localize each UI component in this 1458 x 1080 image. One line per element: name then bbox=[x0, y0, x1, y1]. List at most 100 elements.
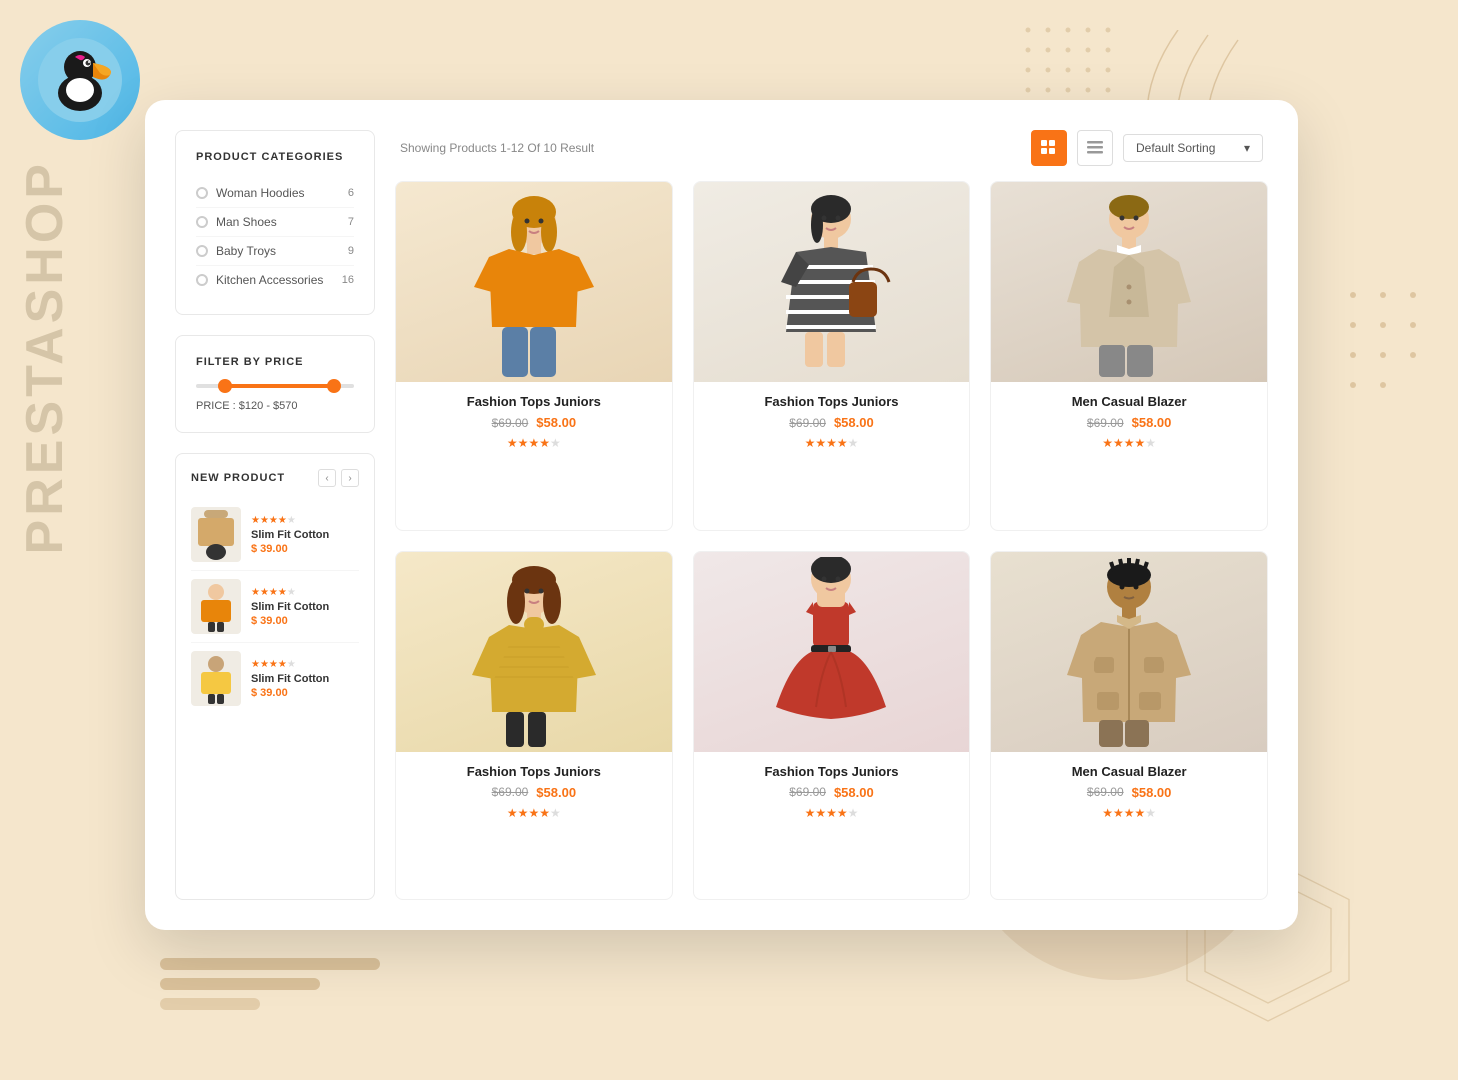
main-screen: PRODUCT CATEGORIES Woman Hoodies 6 Man S… bbox=[145, 100, 1298, 930]
price-slider-thumb-right[interactable] bbox=[327, 379, 341, 393]
category-count: 7 bbox=[348, 216, 354, 228]
mini-product-item[interactable]: ★★★★★ Slim Fit Cotton $ 39.00 bbox=[191, 643, 359, 714]
category-item[interactable]: Woman Hoodies 6 bbox=[196, 179, 354, 208]
product-image bbox=[694, 182, 970, 382]
product-stars: ★★★★★ bbox=[1006, 806, 1252, 820]
bar-1 bbox=[160, 958, 380, 970]
product-card[interactable]: Men Casual Blazer $69.00 $58.00 ★★★★★ bbox=[990, 181, 1268, 531]
price-range-display: PRICE : $120 - $570 bbox=[196, 400, 354, 412]
new-product-section: NEW PRODUCT ‹ › bbox=[175, 453, 375, 900]
new-product-header: NEW PRODUCT ‹ › bbox=[191, 469, 359, 487]
product-title: Fashion Tops Juniors bbox=[709, 764, 955, 779]
original-price: $69.00 bbox=[1087, 785, 1124, 799]
price-slider-thumb-left[interactable] bbox=[218, 379, 232, 393]
category-name: Man Shoes bbox=[216, 215, 277, 229]
category-item[interactable]: Kitchen Accessories 16 bbox=[196, 266, 354, 294]
product-title: Fashion Tops Juniors bbox=[709, 394, 955, 409]
product-image bbox=[396, 552, 672, 752]
mini-product-info: ★★★★★ Slim Fit Cotton $ 39.00 bbox=[251, 659, 359, 699]
product-info: Fashion Tops Juniors $69.00 $58.00 ★★★★★ bbox=[694, 382, 970, 462]
products-grid: Fashion Tops Juniors $69.00 $58.00 ★★★★★ bbox=[395, 181, 1268, 900]
price-slider-track[interactable] bbox=[196, 384, 354, 388]
next-arrow[interactable]: › bbox=[341, 469, 359, 487]
product-card[interactable]: Fashion Tops Juniors $69.00 $58.00 ★★★★★ bbox=[395, 551, 673, 901]
category-left: Baby Troys bbox=[196, 244, 276, 258]
product-image bbox=[991, 552, 1267, 752]
product-stars: ★★★★★ bbox=[709, 806, 955, 820]
category-name: Baby Troys bbox=[216, 244, 276, 258]
product-card[interactable]: Fashion Tops Juniors $69.00 $58.00 ★★★★★ bbox=[693, 181, 971, 531]
mini-product-name: Slim Fit Cotton bbox=[251, 529, 359, 541]
product-info: Fashion Tops Juniors $69.00 $58.00 ★★★★★ bbox=[694, 752, 970, 832]
sale-price: $58.00 bbox=[536, 785, 576, 800]
original-price: $69.00 bbox=[1087, 416, 1124, 430]
grid-icon bbox=[1041, 140, 1057, 156]
list-view-button[interactable] bbox=[1077, 130, 1113, 166]
mini-product-image bbox=[191, 507, 241, 562]
product-title: Fashion Tops Juniors bbox=[411, 394, 657, 409]
product-card[interactable]: Men Casual Blazer $69.00 $58.00 ★★★★★ bbox=[990, 551, 1268, 901]
dots-right bbox=[1338, 280, 1418, 400]
mini-product-info: ★★★★★ Slim Fit Cotton $ 39.00 bbox=[251, 587, 359, 627]
mini-stars: ★★★★★ bbox=[251, 659, 359, 670]
product-title: Men Casual Blazer bbox=[1006, 394, 1252, 409]
mini-product-info: ★★★★★ Slim Fit Cotton $ 39.00 bbox=[251, 515, 359, 555]
product-stars: ★★★★★ bbox=[411, 436, 657, 450]
mini-stars: ★★★★★ bbox=[251, 587, 359, 598]
category-radio bbox=[196, 187, 208, 199]
mini-product-image bbox=[191, 651, 241, 706]
category-left: Woman Hoodies bbox=[196, 186, 305, 200]
product-prices: $69.00 $58.00 bbox=[411, 415, 657, 430]
showing-text: Showing Products 1-12 Of 10 Result bbox=[400, 141, 594, 155]
toolbar-right: Default Sorting ▾ bbox=[1031, 130, 1263, 166]
list-icon bbox=[1087, 140, 1103, 156]
category-count: 6 bbox=[348, 187, 354, 199]
category-name: Kitchen Accessories bbox=[216, 273, 323, 287]
category-item[interactable]: Man Shoes 7 bbox=[196, 208, 354, 237]
bar-2 bbox=[160, 978, 320, 990]
sidebar-panel: PRODUCT CATEGORIES Woman Hoodies 6 Man S… bbox=[175, 130, 375, 900]
category-count: 9 bbox=[348, 245, 354, 257]
mini-product-price: $ 39.00 bbox=[251, 615, 359, 627]
product-prices: $69.00 $58.00 bbox=[709, 785, 955, 800]
original-price: $69.00 bbox=[789, 785, 826, 799]
product-card[interactable]: Fashion Tops Juniors $69.00 $58.00 ★★★★★ bbox=[395, 181, 673, 531]
sort-dropdown[interactable]: Default Sorting ▾ bbox=[1123, 134, 1263, 162]
price-slider-fill bbox=[220, 384, 339, 388]
product-title: Men Casual Blazer bbox=[1006, 764, 1252, 779]
categories-section: PRODUCT CATEGORIES Woman Hoodies 6 Man S… bbox=[175, 130, 375, 315]
category-item[interactable]: Baby Troys 9 bbox=[196, 237, 354, 266]
original-price: $69.00 bbox=[492, 416, 529, 430]
product-info: Men Casual Blazer $69.00 $58.00 ★★★★★ bbox=[991, 382, 1267, 462]
category-radio bbox=[196, 216, 208, 228]
grid-view-button[interactable] bbox=[1031, 130, 1067, 166]
product-info: Fashion Tops Juniors $69.00 $58.00 ★★★★★ bbox=[396, 752, 672, 832]
mini-product-item[interactable]: ★★★★★ Slim Fit Cotton $ 39.00 bbox=[191, 499, 359, 571]
category-left: Man Shoes bbox=[196, 215, 277, 229]
category-left: Kitchen Accessories bbox=[196, 273, 323, 287]
mini-product-image bbox=[191, 579, 241, 634]
product-image bbox=[396, 182, 672, 382]
product-info: Fashion Tops Juniors $69.00 $58.00 ★★★★★ bbox=[396, 382, 672, 462]
sale-price: $58.00 bbox=[834, 415, 874, 430]
logo-container bbox=[20, 20, 150, 150]
price-filter-title: FILTER BY PRICE bbox=[196, 356, 354, 368]
mini-product-price: $ 39.00 bbox=[251, 543, 359, 555]
price-filter-section: FILTER BY PRICE PRICE : $120 - $570 bbox=[175, 335, 375, 433]
mini-product-item[interactable]: ★★★★★ Slim Fit Cotton $ 39.00 bbox=[191, 571, 359, 643]
toolbar: Showing Products 1-12 Of 10 Result bbox=[395, 130, 1268, 166]
main-panel: Showing Products 1-12 Of 10 Result bbox=[395, 130, 1268, 900]
content-area: PRODUCT CATEGORIES Woman Hoodies 6 Man S… bbox=[145, 100, 1298, 930]
product-info: Men Casual Blazer $69.00 $58.00 ★★★★★ bbox=[991, 752, 1267, 832]
categories-title: PRODUCT CATEGORIES bbox=[196, 151, 354, 163]
product-image bbox=[991, 182, 1267, 382]
mini-product-price: $ 39.00 bbox=[251, 687, 359, 699]
product-prices: $69.00 $58.00 bbox=[1006, 415, 1252, 430]
mini-product-name: Slim Fit Cotton bbox=[251, 673, 359, 685]
product-card[interactable]: Fashion Tops Juniors $69.00 $58.00 ★★★★★ bbox=[693, 551, 971, 901]
prev-arrow[interactable]: ‹ bbox=[318, 469, 336, 487]
category-radio bbox=[196, 245, 208, 257]
product-stars: ★★★★★ bbox=[411, 806, 657, 820]
bar-3 bbox=[160, 998, 260, 1010]
category-radio bbox=[196, 274, 208, 286]
